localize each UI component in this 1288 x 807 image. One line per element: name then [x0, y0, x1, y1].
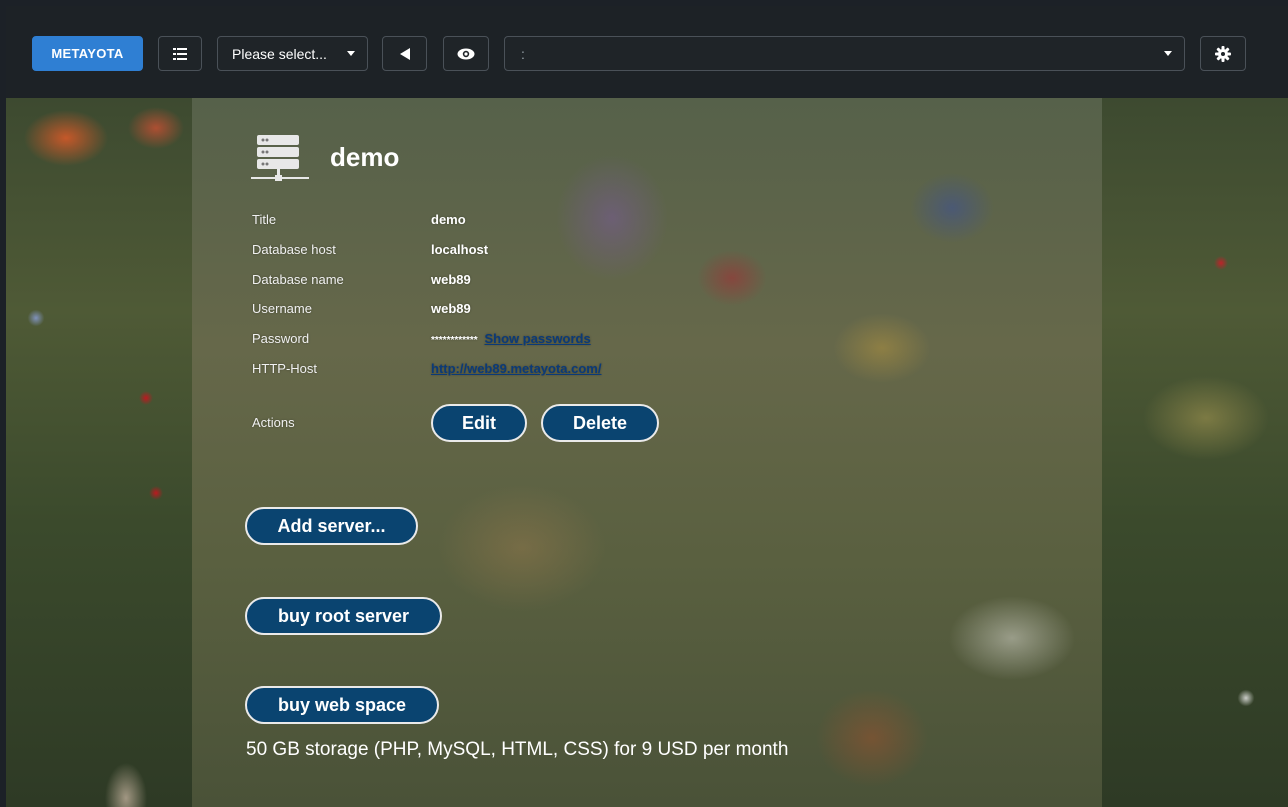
- caret-down-icon: [347, 51, 355, 56]
- add-server-button[interactable]: Add server...: [245, 507, 418, 545]
- item-select-label: Please select...: [232, 45, 327, 62]
- field-value-database-host: localhost: [431, 242, 489, 257]
- field-label-database-name: Database name: [252, 272, 344, 287]
- list-icon: [173, 47, 187, 60]
- settings-button[interactable]: [1200, 36, 1246, 71]
- field-label-http-host: HTTP-Host: [252, 361, 317, 376]
- top-bar: METAYOTA Please select... :: [6, 6, 1288, 98]
- gear-icon: [1215, 45, 1231, 62]
- field-label-database-host: Database host: [252, 242, 336, 257]
- field-value-title: demo: [431, 212, 466, 227]
- page-title: demo: [330, 142, 400, 172]
- triangle-left-icon: [399, 47, 410, 60]
- field-value-username: web89: [431, 301, 471, 316]
- field-value-database-name: web89: [431, 272, 471, 287]
- back-button[interactable]: [382, 36, 427, 71]
- buy-root-server-button[interactable]: buy root server: [245, 597, 442, 635]
- web-space-note: 50 GB storage (PHP, MySQL, HTML, CSS) fo…: [246, 739, 789, 760]
- preview-button[interactable]: [443, 36, 489, 71]
- server-icon: [251, 135, 309, 181]
- path-select[interactable]: :: [504, 36, 1185, 71]
- buy-web-space-button[interactable]: buy web space: [245, 686, 439, 724]
- field-label-actions: Actions: [252, 415, 295, 430]
- http-host-link[interactable]: http://web89.metayota.com/: [431, 361, 601, 376]
- item-select[interactable]: Please select...: [217, 36, 368, 71]
- field-label-title: Title: [252, 212, 277, 227]
- edit-button[interactable]: Edit: [431, 404, 527, 442]
- caret-down-icon: [1164, 51, 1172, 56]
- delete-button[interactable]: Delete: [541, 404, 659, 442]
- path-select-value: :: [521, 45, 525, 62]
- eye-icon: [457, 48, 475, 59]
- field-label-username: Username: [252, 301, 312, 316]
- show-passwords-link[interactable]: Show passwords: [484, 331, 590, 346]
- field-label-password: Password: [252, 331, 310, 346]
- list-button[interactable]: [158, 36, 202, 71]
- password-row: ************ Show passwords: [431, 331, 591, 348]
- field-value-password: ************: [431, 335, 478, 346]
- brand-button[interactable]: METAYOTA: [32, 36, 143, 71]
